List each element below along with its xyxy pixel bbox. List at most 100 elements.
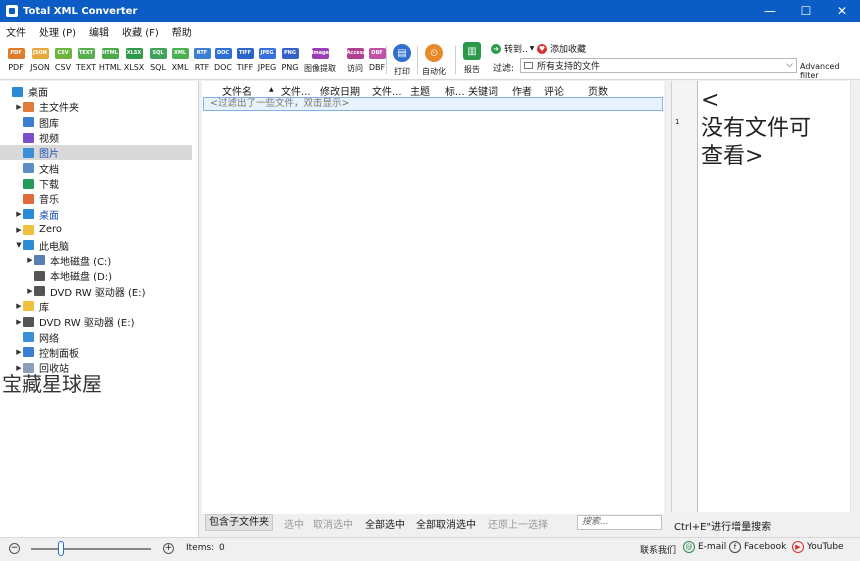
- app-icon: [6, 5, 18, 17]
- convert--button[interactable]: Access 访问: [343, 48, 367, 74]
- convert-pdf-button[interactable]: PDF PDF: [4, 48, 28, 72]
- goto-button[interactable]: ➜ 转到.. ▼: [491, 42, 534, 55]
- format-icon: RTF: [193, 48, 211, 59]
- select-all-button[interactable]: 全部选中: [365, 516, 405, 531]
- deselect-all-button[interactable]: 全部取消选中: [416, 516, 476, 531]
- tree-item[interactable]: 图片: [0, 145, 192, 161]
- filter-dropdown[interactable]: 所有支持的文件 ⌵: [520, 58, 797, 73]
- format-icon: JPEG: [258, 48, 276, 59]
- expand-right-icon[interactable]: ▶: [15, 348, 23, 356]
- format-label: 图像提取: [304, 64, 336, 73]
- tree-item-label: 网络: [39, 333, 59, 345]
- column-title[interactable]: 标...: [445, 83, 465, 98]
- tree-item[interactable]: ▶ 主文件夹: [0, 99, 198, 114]
- convert-xml-button[interactable]: XML XML: [168, 48, 192, 72]
- tree-item[interactable]: ▶ 库: [0, 299, 198, 314]
- youtube-link[interactable]: ▶ YouTube: [792, 541, 844, 553]
- maximize-button[interactable]: ☐: [788, 0, 824, 22]
- report-button[interactable]: ▥ 报告: [460, 42, 484, 75]
- column-file-size[interactable]: 文件...: [372, 83, 402, 98]
- tree-item[interactable]: ▶ 本地磁盘 (C:): [0, 253, 198, 268]
- tree-item[interactable]: ▶ 桌面: [0, 207, 198, 222]
- convert-csv-button[interactable]: CSV CSV: [51, 48, 75, 72]
- expand-right-icon[interactable]: ▶: [15, 318, 23, 326]
- print-button[interactable]: ▤ 打印: [391, 44, 413, 77]
- add-favorite-label: 添加收藏: [550, 45, 587, 55]
- format-label: TEXT: [75, 63, 97, 72]
- expand-right-icon[interactable]: ▶: [15, 226, 23, 234]
- expand-down-icon[interactable]: ▼: [15, 241, 23, 249]
- tree-item[interactable]: ▶ DVD RW 驱动器 (E:): [0, 314, 198, 329]
- column-file-type[interactable]: 文件...: [281, 83, 311, 98]
- column-author[interactable]: 作者: [512, 83, 532, 98]
- select-button[interactable]: 选中: [284, 516, 304, 531]
- column-modified-date[interactable]: 修改日期: [320, 83, 360, 98]
- restore-selection-button[interactable]: 还原上一选择: [488, 516, 548, 531]
- tree-item[interactable]: 网络: [0, 330, 198, 345]
- column-filename[interactable]: 文件名: [222, 83, 252, 98]
- status-bar: − + Items: 0 联系我们 @ E-mail f Facebook ▶ …: [0, 537, 860, 561]
- convert-xlsx-button[interactable]: XLSX XLSX: [122, 48, 146, 72]
- expand-right-icon[interactable]: ▶: [15, 210, 23, 218]
- search-input[interactable]: 搜索...: [577, 515, 662, 530]
- tree-item[interactable]: ▶ DVD RW 驱动器 (E:): [0, 284, 198, 299]
- tree-item[interactable]: 音乐: [0, 191, 198, 206]
- expand-right-icon[interactable]: ▶: [26, 256, 34, 264]
- column-keywords[interactable]: 关键词: [468, 83, 498, 98]
- convert-json-button[interactable]: JSON JSON: [28, 48, 52, 72]
- tree-item[interactable]: ▼ 此电脑: [0, 238, 198, 253]
- tree-item[interactable]: 视频: [0, 130, 198, 145]
- email-link[interactable]: @ E-mail: [683, 541, 726, 553]
- printer-icon: ▤: [393, 44, 411, 62]
- minimize-button[interactable]: —: [752, 0, 788, 22]
- tree-item[interactable]: ▶ 控制面板: [0, 345, 198, 360]
- close-button[interactable]: ✕: [824, 0, 860, 22]
- tree-item[interactable]: 图库: [0, 115, 198, 130]
- preview-scrollbar[interactable]: [850, 81, 860, 512]
- expand-right-icon[interactable]: ▶: [15, 103, 23, 111]
- expand-right-icon[interactable]: ▶: [26, 287, 34, 295]
- automation-button[interactable]: ⏲ 自动化: [420, 44, 448, 77]
- tree-item[interactable]: 桌面: [0, 84, 198, 99]
- add-favorite-button[interactable]: ♥ 添加收藏: [537, 42, 586, 55]
- format-icon: JSON: [31, 48, 49, 59]
- column-comments[interactable]: 评论: [544, 83, 564, 98]
- menu-file[interactable]: 文件: [6, 24, 26, 39]
- expand-right-icon[interactable]: ▶: [15, 302, 23, 310]
- tree-item[interactable]: 本地磁盘 (D:): [0, 268, 198, 283]
- zoom-slider[interactable]: [31, 548, 151, 550]
- title-bar: Total XML Converter — ☐ ✕: [0, 0, 860, 22]
- menu-process[interactable]: 处理 (P): [39, 24, 76, 39]
- convert-sql-button[interactable]: SQL SQL: [146, 48, 170, 72]
- window-controls: — ☐ ✕: [752, 0, 860, 22]
- tree-item[interactable]: 下载: [0, 176, 198, 191]
- tree-item-label: 图片: [39, 149, 59, 161]
- convert-text-button[interactable]: TEXT TEXT: [74, 48, 98, 72]
- menu-favorites[interactable]: 收藏 (F): [122, 24, 159, 39]
- convert-doc-button[interactable]: DOC DOC: [211, 48, 235, 72]
- preview-line: 没有文件可: [701, 116, 812, 141]
- menu-edit[interactable]: 编辑: [89, 24, 109, 39]
- column-subject[interactable]: 主题: [410, 83, 430, 98]
- convert-tiff-button[interactable]: TIFF TIFF: [233, 48, 257, 72]
- convert-png-button[interactable]: PNG PNG: [278, 48, 302, 72]
- include-subfolders-button[interactable]: 包含子文件夹: [205, 514, 273, 531]
- tree-item[interactable]: ▶ Zero: [0, 222, 198, 237]
- folder-icon: [23, 147, 34, 158]
- tree-item[interactable]: 文档: [0, 161, 198, 176]
- advanced-filter-link[interactable]: Advanced filter: [800, 62, 860, 80]
- zoom-in-button[interactable]: +: [163, 543, 174, 554]
- zoom-slider-thumb[interactable]: [58, 541, 64, 556]
- deselect-button[interactable]: 取消选中: [313, 516, 353, 531]
- convert-jpeg-button[interactable]: JPEG JPEG: [255, 48, 279, 72]
- column-pages[interactable]: 页数: [588, 83, 608, 98]
- convert--button[interactable]: Image 图像提取: [302, 48, 338, 74]
- zoom-out-button[interactable]: −: [9, 543, 20, 554]
- filtered-files-notice[interactable]: <过滤出了一些文件，双击显示>: [203, 97, 663, 111]
- facebook-link[interactable]: f Facebook: [729, 541, 786, 553]
- menu-help[interactable]: 帮助: [172, 24, 192, 39]
- menu-bar: 文件 处理 (P) 编辑 收藏 (F) 帮助: [0, 22, 860, 40]
- contact-us-link[interactable]: 联系我们: [640, 543, 676, 556]
- convert-html-button[interactable]: HTML HTML: [98, 48, 122, 72]
- window-title: Total XML Converter: [23, 5, 138, 17]
